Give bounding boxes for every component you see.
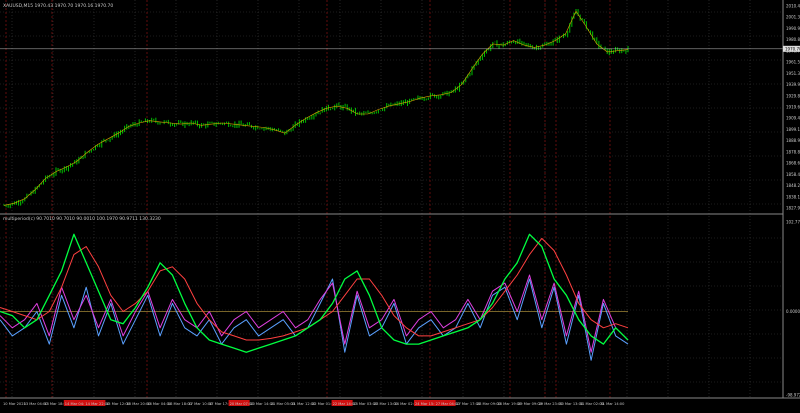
price-tick-label: 1878.80 xyxy=(786,149,800,154)
price-tick-label: 1909.40 xyxy=(786,116,800,121)
price-tick-label: 1868.65 xyxy=(786,161,800,166)
price-tick-label: 1929.80 xyxy=(786,93,800,98)
price-tick-label: 1951.35 xyxy=(786,71,800,76)
time-tick-label: 10 Mar 2023 xyxy=(3,402,26,406)
oscillator-tick-label: -98.9720 xyxy=(786,393,800,398)
price-tick-label: 1961.50 xyxy=(786,60,800,65)
chart-window[interactable]: 2010.40 2001.30 1990.95 1980.80 1970.70 1961.… xyxy=(0,0,800,409)
price-tick-label: 1919.65 xyxy=(786,105,800,110)
price-tick-label: 1858.40 xyxy=(786,172,800,177)
price-tick-label: 2001.30 xyxy=(786,15,800,20)
time-tick-label: 31 Mar 14:00 xyxy=(600,402,625,406)
oscillator-tick-label: 102.7771 xyxy=(786,220,800,225)
chart-title: XAUUSD,M15 1970.43 1970.70 1970.16 1970.… xyxy=(3,3,113,9)
price-tick-label: 1939.95 xyxy=(786,82,800,87)
oscillator-tick-label: 0.0000 xyxy=(786,309,800,314)
price-tick-label: 1980.80 xyxy=(786,37,800,42)
price-tick-label: 1899.10 xyxy=(786,127,800,132)
price-tick-label: 1838.10 xyxy=(786,194,800,199)
indicator-title: multiperiod(c) 90.7010 90.7010 90.0010 1… xyxy=(3,216,161,222)
current-price-label: 1970.70 xyxy=(785,46,800,51)
price-tick-label: 1827.95 xyxy=(786,206,800,211)
price-tick-label: 1888.95 xyxy=(786,138,800,143)
price-tick-label: 2010.40 xyxy=(786,4,800,9)
price-tick-label: 1848.25 xyxy=(786,183,800,188)
price-tick-label: 1990.95 xyxy=(786,26,800,31)
chart-background xyxy=(0,0,800,409)
